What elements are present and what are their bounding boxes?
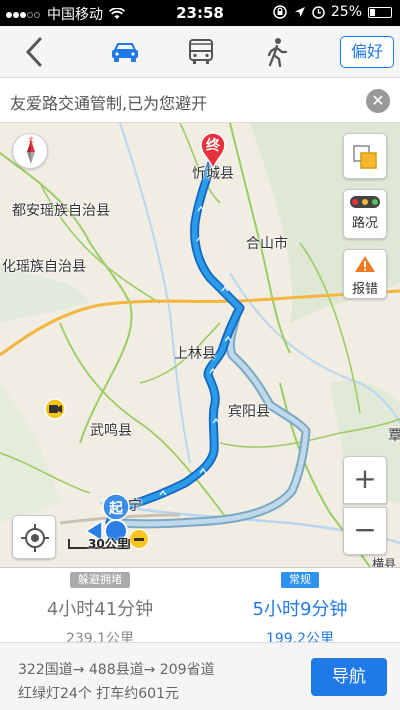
walk-mode-tab[interactable] — [250, 32, 304, 72]
route-tag: 常规 — [281, 572, 319, 588]
walk-icon — [267, 38, 288, 67]
route-option-avoid-congestion[interactable]: 躲避拥堵 4小时41分钟 239.1公里 — [0, 568, 200, 647]
map-view[interactable]: 忻城县 都安瑶族自治县 合山市 化瑶族自治县 上林县 宾阳县 武鸣县 宁 覃 横… — [0, 123, 400, 567]
chevron-left-icon — [25, 37, 42, 67]
scale-label: 30公里 — [88, 537, 129, 551]
location-arrow-icon — [294, 7, 305, 17]
compass-north-label: 北 — [27, 137, 34, 144]
compass-button[interactable]: 北 — [12, 133, 48, 169]
car-mode-tab[interactable] — [98, 32, 152, 72]
alarm-icon — [312, 5, 325, 19]
warning-icon — [355, 256, 375, 272]
start-pin-label: 起 — [109, 501, 123, 517]
zoom-out-button[interactable]: − — [343, 507, 387, 555]
map-label-du-an: 都安瑶族自治县 — [12, 203, 110, 219]
zoom-in-button[interactable]: + — [343, 456, 387, 504]
traffic-notice-bar: 友爱路交通管制,已为您避开 ✕ — [0, 79, 400, 123]
locate-icon — [21, 524, 49, 552]
traffic-label: 路况 — [351, 216, 378, 231]
traffic-light-icon — [350, 196, 380, 208]
end-pin-label: 终 — [206, 138, 220, 154]
scale-bar: 30公里 — [68, 537, 130, 553]
road-sequence: 322国道→ 488县道→ 209省道 — [18, 662, 215, 678]
end-pin[interactable]: 终 — [199, 132, 227, 174]
traffic-notice-text: 友爱路交通管制,已为您避开 — [10, 94, 208, 113]
preference-button[interactable]: 偏好 — [340, 36, 394, 68]
status-bar: 中国移动 23:58 25% — [0, 0, 400, 26]
route-time: 5小时9分钟 — [252, 599, 348, 620]
traffic-button[interactable]: 路况 — [343, 189, 387, 239]
layers-button[interactable] — [343, 133, 387, 179]
report-error-button[interactable]: 报错 — [343, 249, 387, 299]
route-options: 躲避拥堵 4小时41分钟 239.1公里 常规 5小时9分钟 199.2公里 — [0, 567, 400, 647]
route-extra-info: 红绿灯24个 打车约601元 — [18, 686, 179, 702]
bus-mode-tab[interactable] — [174, 32, 228, 72]
incident-marker[interactable] — [129, 529, 149, 549]
close-icon: ✕ — [371, 91, 385, 110]
map-label-heng: 横县 — [372, 557, 397, 567]
locate-me-button[interactable] — [12, 515, 56, 559]
report-label: 报错 — [351, 282, 378, 297]
navigate-button[interactable]: 导航 — [311, 658, 387, 696]
close-notice-button[interactable]: ✕ — [366, 89, 390, 113]
route-option-regular[interactable]: 常规 5小时9分钟 199.2公里 — [200, 568, 400, 647]
route-summary-bar: 322国道→ 488县道→ 209省道 红绿灯24个 打车约601元 导航 — [0, 642, 400, 710]
battery-percent: 25% — [330, 4, 362, 20]
rotation-lock-icon — [273, 5, 287, 19]
map-label-heshan: 合山市 — [246, 236, 288, 252]
map-label-wuming: 武鸣县 — [90, 423, 132, 439]
car-icon — [112, 43, 138, 62]
top-bar: 偏好 — [0, 26, 400, 78]
map-label-dahua: 化瑶族自治县 — [2, 259, 86, 275]
map-label-qin: 覃 — [388, 428, 400, 444]
route-tag: 躲避拥堵 — [70, 572, 130, 588]
bus-icon — [189, 39, 213, 64]
back-button[interactable] — [14, 32, 54, 72]
battery-icon — [368, 6, 392, 18]
map-label-shanglin: 上林县 — [174, 346, 216, 362]
map-label-binyang: 宾阳县 — [228, 404, 270, 420]
route-time: 4小时41分钟 — [46, 599, 154, 620]
layers-icon — [353, 145, 377, 169]
